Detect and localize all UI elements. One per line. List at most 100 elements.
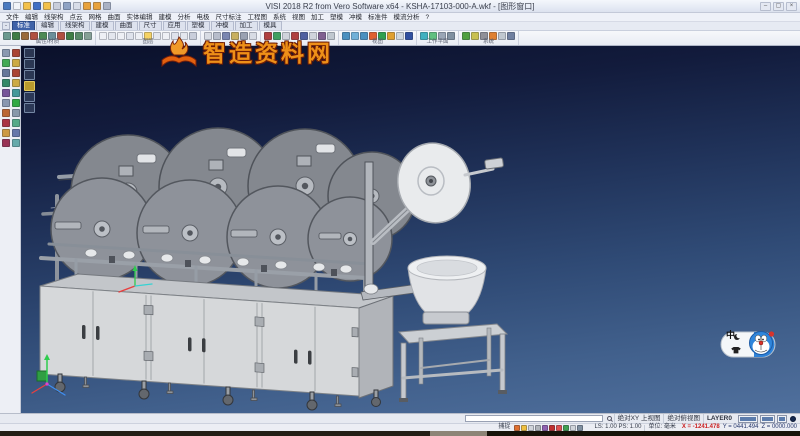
toolbar-icon-1-8[interactable]	[171, 32, 179, 40]
menu-item-16[interactable]: 冲模	[346, 13, 365, 22]
menu-item-19[interactable]: ?	[423, 13, 433, 22]
cad-viewport[interactable]: 中	[21, 46, 800, 413]
side-tool-icon-19[interactable]	[12, 139, 20, 147]
toolbar-icon-3-1[interactable]	[273, 32, 281, 40]
toolbar-icon-0-1[interactable]	[12, 32, 20, 40]
toolbar-icon-4-0[interactable]	[342, 32, 350, 40]
import-icon[interactable]	[53, 2, 61, 10]
toolbar-icon-4-1[interactable]	[351, 32, 359, 40]
toolbar-icon-3-3[interactable]	[291, 32, 299, 40]
toolbar-icon-1-2[interactable]	[117, 32, 125, 40]
side-tool-icon-0[interactable]	[2, 49, 10, 57]
layer-swatch-0[interactable]	[739, 416, 757, 422]
toolbar-icon-6-4[interactable]	[498, 32, 506, 40]
snap-icon-2[interactable]	[528, 425, 534, 431]
snap-icon-3[interactable]	[535, 425, 541, 431]
side-tool-icon-18[interactable]	[2, 139, 10, 147]
palette-icon-5[interactable]	[24, 103, 35, 113]
menu-item-18[interactable]: 模流分析	[391, 13, 423, 22]
new-file-icon[interactable]	[13, 2, 21, 10]
app-icon[interactable]	[3, 2, 11, 10]
toolbar-icon-6-5[interactable]	[507, 32, 515, 40]
open-file-icon[interactable]	[23, 2, 31, 10]
toolbar-icon-0-8[interactable]	[75, 32, 83, 40]
snap-icon-4[interactable]	[542, 425, 548, 431]
toolbar-icon-2-0[interactable]	[204, 32, 212, 40]
snap-icon-7[interactable]	[563, 425, 569, 431]
search-icon[interactable]	[607, 416, 612, 421]
palette-icon-1[interactable]	[24, 59, 35, 69]
tab-1[interactable]: 编辑	[36, 21, 59, 30]
toolbar-icon-1-0[interactable]	[99, 32, 107, 40]
toolbar-icon-1-7[interactable]	[162, 32, 170, 40]
menu-item-14[interactable]: 加工	[308, 13, 327, 22]
toolbar-icon-3-7[interactable]	[327, 32, 335, 40]
tab-9[interactable]: 加工	[235, 21, 258, 30]
toolbar-icon-0-2[interactable]	[21, 32, 29, 40]
menu-item-13[interactable]: 视图	[289, 13, 308, 22]
side-tool-icon-17[interactable]	[12, 129, 20, 137]
toolbar-icon-3-0[interactable]	[264, 32, 272, 40]
side-tool-icon-15[interactable]	[12, 119, 20, 127]
snap-icon-1[interactable]	[521, 425, 527, 431]
side-tool-icon-13[interactable]	[12, 109, 20, 117]
tab-2[interactable]: 线架构	[60, 21, 90, 30]
tab-10[interactable]: 模具	[259, 21, 282, 30]
toolbar-icon-6-1[interactable]	[471, 32, 479, 40]
copy-icon[interactable]	[73, 2, 81, 10]
toolbar-icon-2-1[interactable]	[213, 32, 221, 40]
palette-icon-3[interactable]	[24, 81, 35, 91]
snap-icon-0[interactable]	[514, 425, 520, 431]
tab-3[interactable]: 建模	[91, 21, 114, 30]
ribbon-collapse-button[interactable]: -	[2, 22, 10, 30]
toolbar-icon-4-5[interactable]	[387, 32, 395, 40]
view-indicator[interactable]: 绝对俯视图	[663, 414, 703, 423]
toolbar-icon-0-0[interactable]	[3, 32, 11, 40]
layer-swatch-2[interactable]	[778, 416, 786, 422]
undo-icon[interactable]	[83, 2, 91, 10]
palette-icon-4[interactable]	[24, 92, 35, 102]
toolbar-icon-2-4[interactable]	[240, 32, 248, 40]
redo-icon[interactable]	[93, 2, 101, 10]
snap-icon-6[interactable]	[556, 425, 562, 431]
side-tool-icon-3[interactable]	[12, 59, 20, 67]
side-tool-icon-6[interactable]	[2, 79, 10, 87]
toolbar-icon-4-7[interactable]	[405, 32, 413, 40]
tab-4[interactable]: 曲面	[115, 21, 138, 30]
tab-7[interactable]: 塑模	[187, 21, 210, 30]
palette-icon-0[interactable]	[24, 48, 35, 58]
command-input[interactable]	[465, 415, 603, 422]
toolbar-icon-4-2[interactable]	[360, 32, 368, 40]
toolbar-icon-1-3[interactable]	[126, 32, 134, 40]
toolbar-icon-3-5[interactable]	[309, 32, 317, 40]
ime-toolbar[interactable]: 中	[720, 327, 776, 361]
toolbar-icon-2-3[interactable]	[231, 32, 239, 40]
snap-icon-9[interactable]	[577, 425, 583, 431]
toolbar-icon-1-1[interactable]	[108, 32, 116, 40]
snap-icon-5[interactable]	[549, 425, 555, 431]
tab-6[interactable]: 应用	[163, 21, 186, 30]
tab-8[interactable]: 冲模	[211, 21, 234, 30]
toolbar-icon-1-10[interactable]	[189, 32, 197, 40]
tab-0[interactable]: 标准	[12, 21, 35, 30]
save-file-icon[interactable]	[33, 2, 41, 10]
minimize-button[interactable]: –	[760, 2, 771, 11]
toolbar-icon-0-7[interactable]	[66, 32, 74, 40]
side-tool-icon-11[interactable]	[12, 99, 20, 107]
side-tool-icon-4[interactable]	[2, 69, 10, 77]
side-tool-icon-5[interactable]	[12, 69, 20, 77]
print-icon[interactable]	[63, 2, 71, 10]
side-tool-icon-12[interactable]	[2, 109, 10, 117]
toolbar-icon-1-6[interactable]	[153, 32, 161, 40]
layer-swatch-1[interactable]	[761, 416, 774, 422]
toolbar-icon-3-2[interactable]	[282, 32, 290, 40]
toolbar-icon-1-9[interactable]	[180, 32, 188, 40]
maximize-button[interactable]: ▢	[773, 2, 784, 11]
workplane-indicator[interactable]: 绝对XY 上视图	[614, 414, 664, 423]
side-tool-icon-14[interactable]	[2, 119, 10, 127]
menu-item-17[interactable]: 标准件	[365, 13, 391, 22]
toolbar-icon-4-6[interactable]	[396, 32, 404, 40]
side-tool-icon-10[interactable]	[2, 99, 10, 107]
save-all-icon[interactable]	[43, 2, 51, 10]
status-color-dot[interactable]	[790, 416, 796, 422]
